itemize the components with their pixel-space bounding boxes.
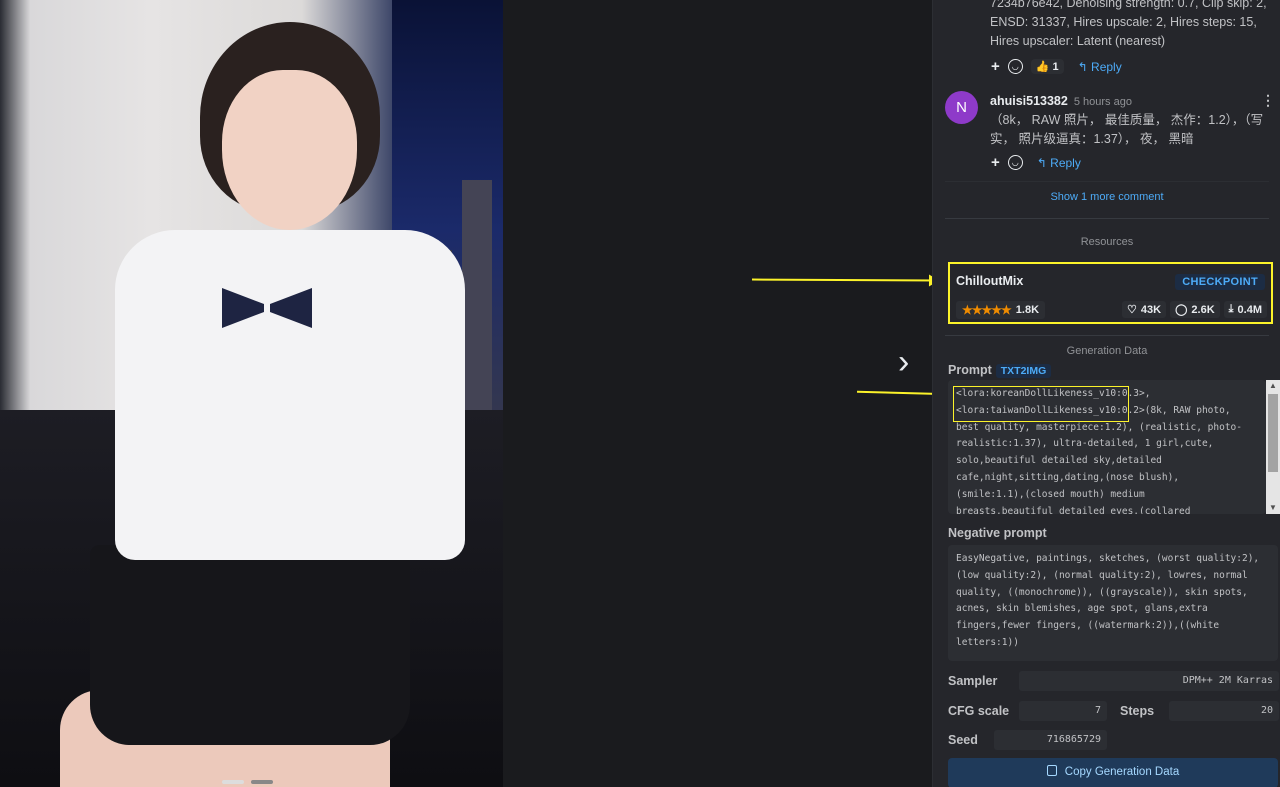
emoji-picker-icon[interactable]: ◡: [1007, 59, 1023, 74]
emoji-picker-icon[interactable]: ◡: [1007, 155, 1023, 170]
resource-card[interactable]: ChilloutMix CHECKPOINT ★★★★★ 1.8K ♡ 43K ◯…: [948, 262, 1273, 324]
show-more-comments-link[interactable]: Show 1 more comment: [933, 191, 1280, 203]
resource-stats: ♡ 43K ◯ 2.6K ⤓ 0.4M: [1122, 301, 1267, 318]
reply-button[interactable]: ↰ Reply: [1078, 60, 1122, 74]
generated-image[interactable]: [0, 0, 503, 787]
cfg-scale-value: 7: [1019, 701, 1107, 721]
txt2img-badge: TXT2IMG: [995, 364, 1052, 378]
prompt-scrollbar[interactable]: ▲ ▼: [1266, 380, 1280, 514]
comment-icon: ◯: [1175, 304, 1188, 316]
steps-value: 20: [1169, 701, 1279, 721]
seed-label: Seed: [948, 733, 978, 747]
star-rating-icon: ★★★★★: [962, 303, 1012, 317]
generation-data-heading: Generation Data: [1066, 345, 1148, 357]
avatar[interactable]: N: [945, 91, 978, 124]
comment-time: 5 hours ago: [1073, 96, 1132, 108]
sampler-value: DPM++ 2M Karras: [1019, 671, 1279, 691]
download-icon: ⤓: [1228, 303, 1234, 315]
negative-prompt-label: Negative prompt: [948, 526, 1047, 540]
resource-rating: ★★★★★ 1.8K: [956, 301, 1046, 319]
prompt-label: Prompt TXT2IMG: [948, 363, 1052, 378]
sampler-label: Sampler: [948, 674, 998, 688]
more-options-icon[interactable]: ⋮: [1261, 92, 1275, 109]
image-viewer: ›: [0, 0, 932, 787]
likes-stat: ♡ 43K: [1122, 301, 1167, 318]
scroll-up-icon[interactable]: ▲: [1266, 380, 1280, 392]
scroll-down-icon[interactable]: ▼: [1266, 502, 1280, 514]
lora-highlight-box: [953, 386, 1129, 422]
add-reaction-icon[interactable]: +: [991, 154, 1000, 171]
copy-icon: [1046, 765, 1057, 776]
comment-text: 7234b76e42, Denoising strength: 0.7, Cli…: [990, 0, 1267, 48]
add-reaction-icon[interactable]: +: [991, 58, 1000, 75]
carousel-indicator[interactable]: [222, 780, 273, 784]
resources-heading: Resources: [1080, 236, 1134, 248]
reaction-thumbs-up[interactable]: 👍 1: [1030, 59, 1064, 74]
chevron-right-icon[interactable]: ›: [898, 345, 922, 379]
copy-generation-data-button[interactable]: Copy Generation Data: [948, 758, 1278, 787]
bow-tie: [222, 288, 312, 328]
carousel-dot-2[interactable]: [251, 780, 273, 784]
comments-stat: ◯ 2.6K: [1170, 301, 1220, 318]
heart-icon: ♡: [1127, 304, 1137, 316]
comment-text: （8k， RAW 照片， 最佳质量， 杰作：1.2），（写实， 照片级逼真：1.…: [990, 113, 1264, 146]
resource-name[interactable]: ChilloutMix: [956, 274, 1023, 288]
cfg-scale-label: CFG scale: [948, 704, 1010, 718]
steps-label: Steps: [1120, 704, 1155, 718]
resource-type-badge: CHECKPOINT: [1175, 274, 1265, 290]
comment-username: ahuisi513382 5 hours ago: [990, 94, 1132, 108]
details-sidebar: 7234b76e42, Denoising strength: 0.7, Cli…: [932, 0, 1280, 787]
negative-prompt-text[interactable]: EasyNegative, paintings, sketches, (wors…: [948, 545, 1278, 661]
seed-value: 716865729: [994, 730, 1107, 750]
carousel-dot-1[interactable]: [222, 780, 244, 784]
downloads-stat: ⤓ 0.4M: [1223, 301, 1267, 318]
reply-button[interactable]: ↰ Reply: [1037, 156, 1081, 170]
scroll-thumb[interactable]: [1268, 394, 1278, 472]
